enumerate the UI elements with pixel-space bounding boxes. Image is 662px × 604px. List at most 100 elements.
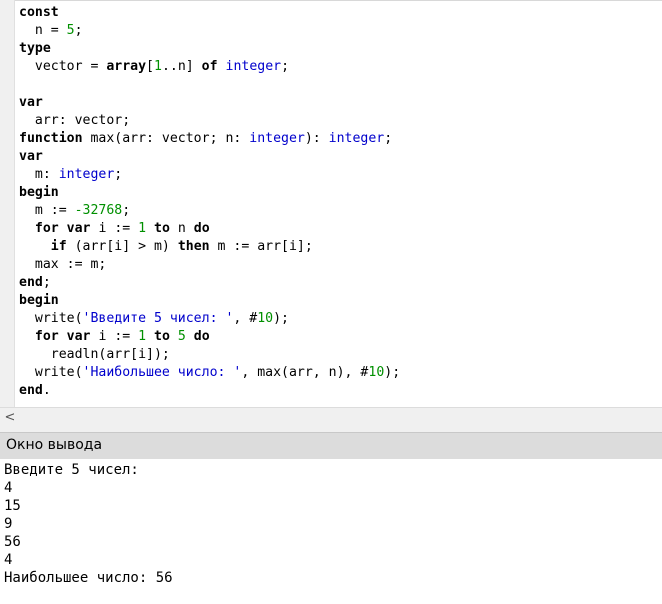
code-line: arr: vector; xyxy=(19,112,400,130)
code-line: const xyxy=(19,4,400,22)
code-line: end. xyxy=(19,382,400,400)
code-text: ..n] xyxy=(161,59,202,74)
code-line: n = 5; xyxy=(19,22,400,40)
code-text: ); xyxy=(384,365,401,380)
code-number: 1 xyxy=(138,221,147,236)
code-type: integer xyxy=(225,59,282,74)
code-keyword: for xyxy=(34,221,59,236)
code-text: ; xyxy=(114,167,123,182)
code-keyword: to xyxy=(154,221,170,236)
code-line: for var i := 1 to n do xyxy=(19,220,400,238)
code-type: integer xyxy=(249,131,305,146)
chevron-left-icon[interactable]: < xyxy=(3,409,17,426)
code-number: 1 xyxy=(138,329,147,344)
code-line: write('Наибольшее число: ', max(arr, n),… xyxy=(19,364,400,382)
code-line: m: integer; xyxy=(19,166,400,184)
code-number: 1 xyxy=(154,59,162,74)
code-keyword: then xyxy=(177,239,210,254)
code-number: 10 xyxy=(368,365,385,380)
code-text: ; xyxy=(384,131,393,146)
output-line: 56 xyxy=(4,534,21,550)
code-text: i := xyxy=(90,221,139,236)
code-keyword: end xyxy=(19,383,43,398)
code-line: if (arr[i] > m) then m := arr[i]; xyxy=(19,238,400,256)
code-line: var xyxy=(19,148,400,166)
code-text: m := xyxy=(19,203,75,218)
code-keyword: var xyxy=(19,149,43,164)
code-line: write('Введите 5 чисел: ', #10); xyxy=(19,310,400,328)
code-text: ; xyxy=(122,203,131,218)
code-keyword: type xyxy=(19,41,51,56)
output-line: 9 xyxy=(4,516,13,532)
code-line: function max(arr: vector; n: integer): i… xyxy=(19,130,400,148)
code-string: 'Введите 5 чисел: ' xyxy=(82,311,234,326)
code-line: m := -32768; xyxy=(19,202,400,220)
horizontal-scrollbar[interactable]: < xyxy=(0,407,662,427)
code-line: end; xyxy=(19,274,400,292)
code-keyword: function xyxy=(19,131,83,146)
code-text: ; xyxy=(74,23,83,38)
code-keyword: of xyxy=(201,59,218,74)
code-keyword: var xyxy=(66,329,91,344)
code-line: for var i := 1 to 5 do xyxy=(19,328,400,346)
code-number: 10 xyxy=(257,311,274,326)
code-number: -32768 xyxy=(74,203,123,218)
code-text: , # xyxy=(233,311,258,326)
editor-top-border xyxy=(0,0,662,1)
code-keyword: begin xyxy=(19,293,59,308)
code-line: begin xyxy=(19,184,400,202)
code-text: ): xyxy=(304,131,329,146)
code-type: integer xyxy=(58,167,115,182)
code-type: integer xyxy=(328,131,385,146)
code-text: vector = xyxy=(19,59,107,74)
code-text: ); xyxy=(273,311,289,326)
code-text: arr: vector; xyxy=(19,113,131,128)
output-panel-header: Окно вывода xyxy=(0,432,662,460)
code-text: i := xyxy=(90,329,139,344)
code-keyword: var xyxy=(66,221,91,236)
code-text: max(arr: vector; n: xyxy=(82,131,250,146)
code-keyword: end xyxy=(19,275,43,290)
code-line: vector = array[1..n] of integer; xyxy=(19,58,400,76)
output-text: Введите 5 чисел: 4 15 9 56 4 Наибольшее число:… xyxy=(4,461,173,587)
code-text: m := arr[i]; xyxy=(209,239,313,254)
code-text: n = xyxy=(19,23,67,38)
code-keyword: to xyxy=(154,329,170,344)
code-text: max := m; xyxy=(19,257,107,272)
output-window[interactable]: Введите 5 чисел: 4 15 9 56 4 Наибольшее число:… xyxy=(0,459,662,604)
code-text: ; xyxy=(281,59,290,74)
code-keyword: do xyxy=(193,329,210,344)
code-text: m: xyxy=(19,167,59,182)
code-string: 'Наибольшее число: ' xyxy=(82,365,242,380)
output-line: 4 xyxy=(4,480,13,496)
code-keyword: var xyxy=(19,95,43,110)
code-line: var xyxy=(19,94,400,112)
code-editor[interactable]: const n = 5; type vector = array[1..n] of… xyxy=(0,0,662,407)
code-keyword: begin xyxy=(19,185,59,200)
output-line: 15 xyxy=(4,498,21,514)
code-text: (arr[i] > m) xyxy=(66,239,178,254)
code-text: [ xyxy=(146,59,154,74)
code-keyword: do xyxy=(193,221,210,236)
output-line: Введите 5 чисел: xyxy=(4,462,139,478)
code-text: write( xyxy=(19,311,83,326)
code-keyword: const xyxy=(19,5,59,20)
code-keyword: array xyxy=(106,59,147,74)
code-text: readln(arr[i]); xyxy=(19,347,170,362)
code-number: 5 xyxy=(177,329,186,344)
code-text: ; xyxy=(42,275,51,290)
code-keyword: for xyxy=(34,329,59,344)
code-line: type xyxy=(19,40,400,58)
code-line: readln(arr[i]); xyxy=(19,346,400,364)
code-area[interactable]: const n = 5; type vector = array[1..n] of… xyxy=(19,4,400,400)
editor-gutter xyxy=(0,0,15,407)
code-line: max := m; xyxy=(19,256,400,274)
